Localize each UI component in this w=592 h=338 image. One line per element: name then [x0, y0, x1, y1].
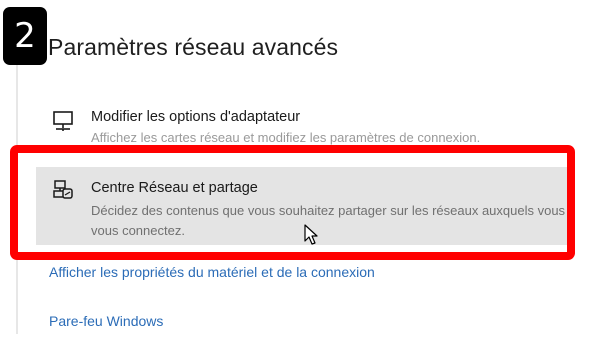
change-adapter-options-title: Modifier les options d'adaptateur: [91, 109, 301, 125]
windows-firewall-link[interactable]: Pare-feu Windows: [49, 313, 163, 329]
page-title: Paramètres réseau avancés: [48, 34, 339, 60]
hardware-connection-properties-link[interactable]: Afficher les propriétés du matériel et d…: [49, 264, 375, 280]
highlight-frame: [10, 145, 575, 260]
advanced-network-settings-page: 2 Paramètres réseau avancés Modifier les…: [0, 0, 592, 338]
change-adapter-options-item[interactable]: Modifier les options d'adaptateur Affich…: [36, 96, 570, 152]
monitor-network-icon: [53, 111, 73, 131]
step-number-badge: 2: [3, 7, 47, 65]
